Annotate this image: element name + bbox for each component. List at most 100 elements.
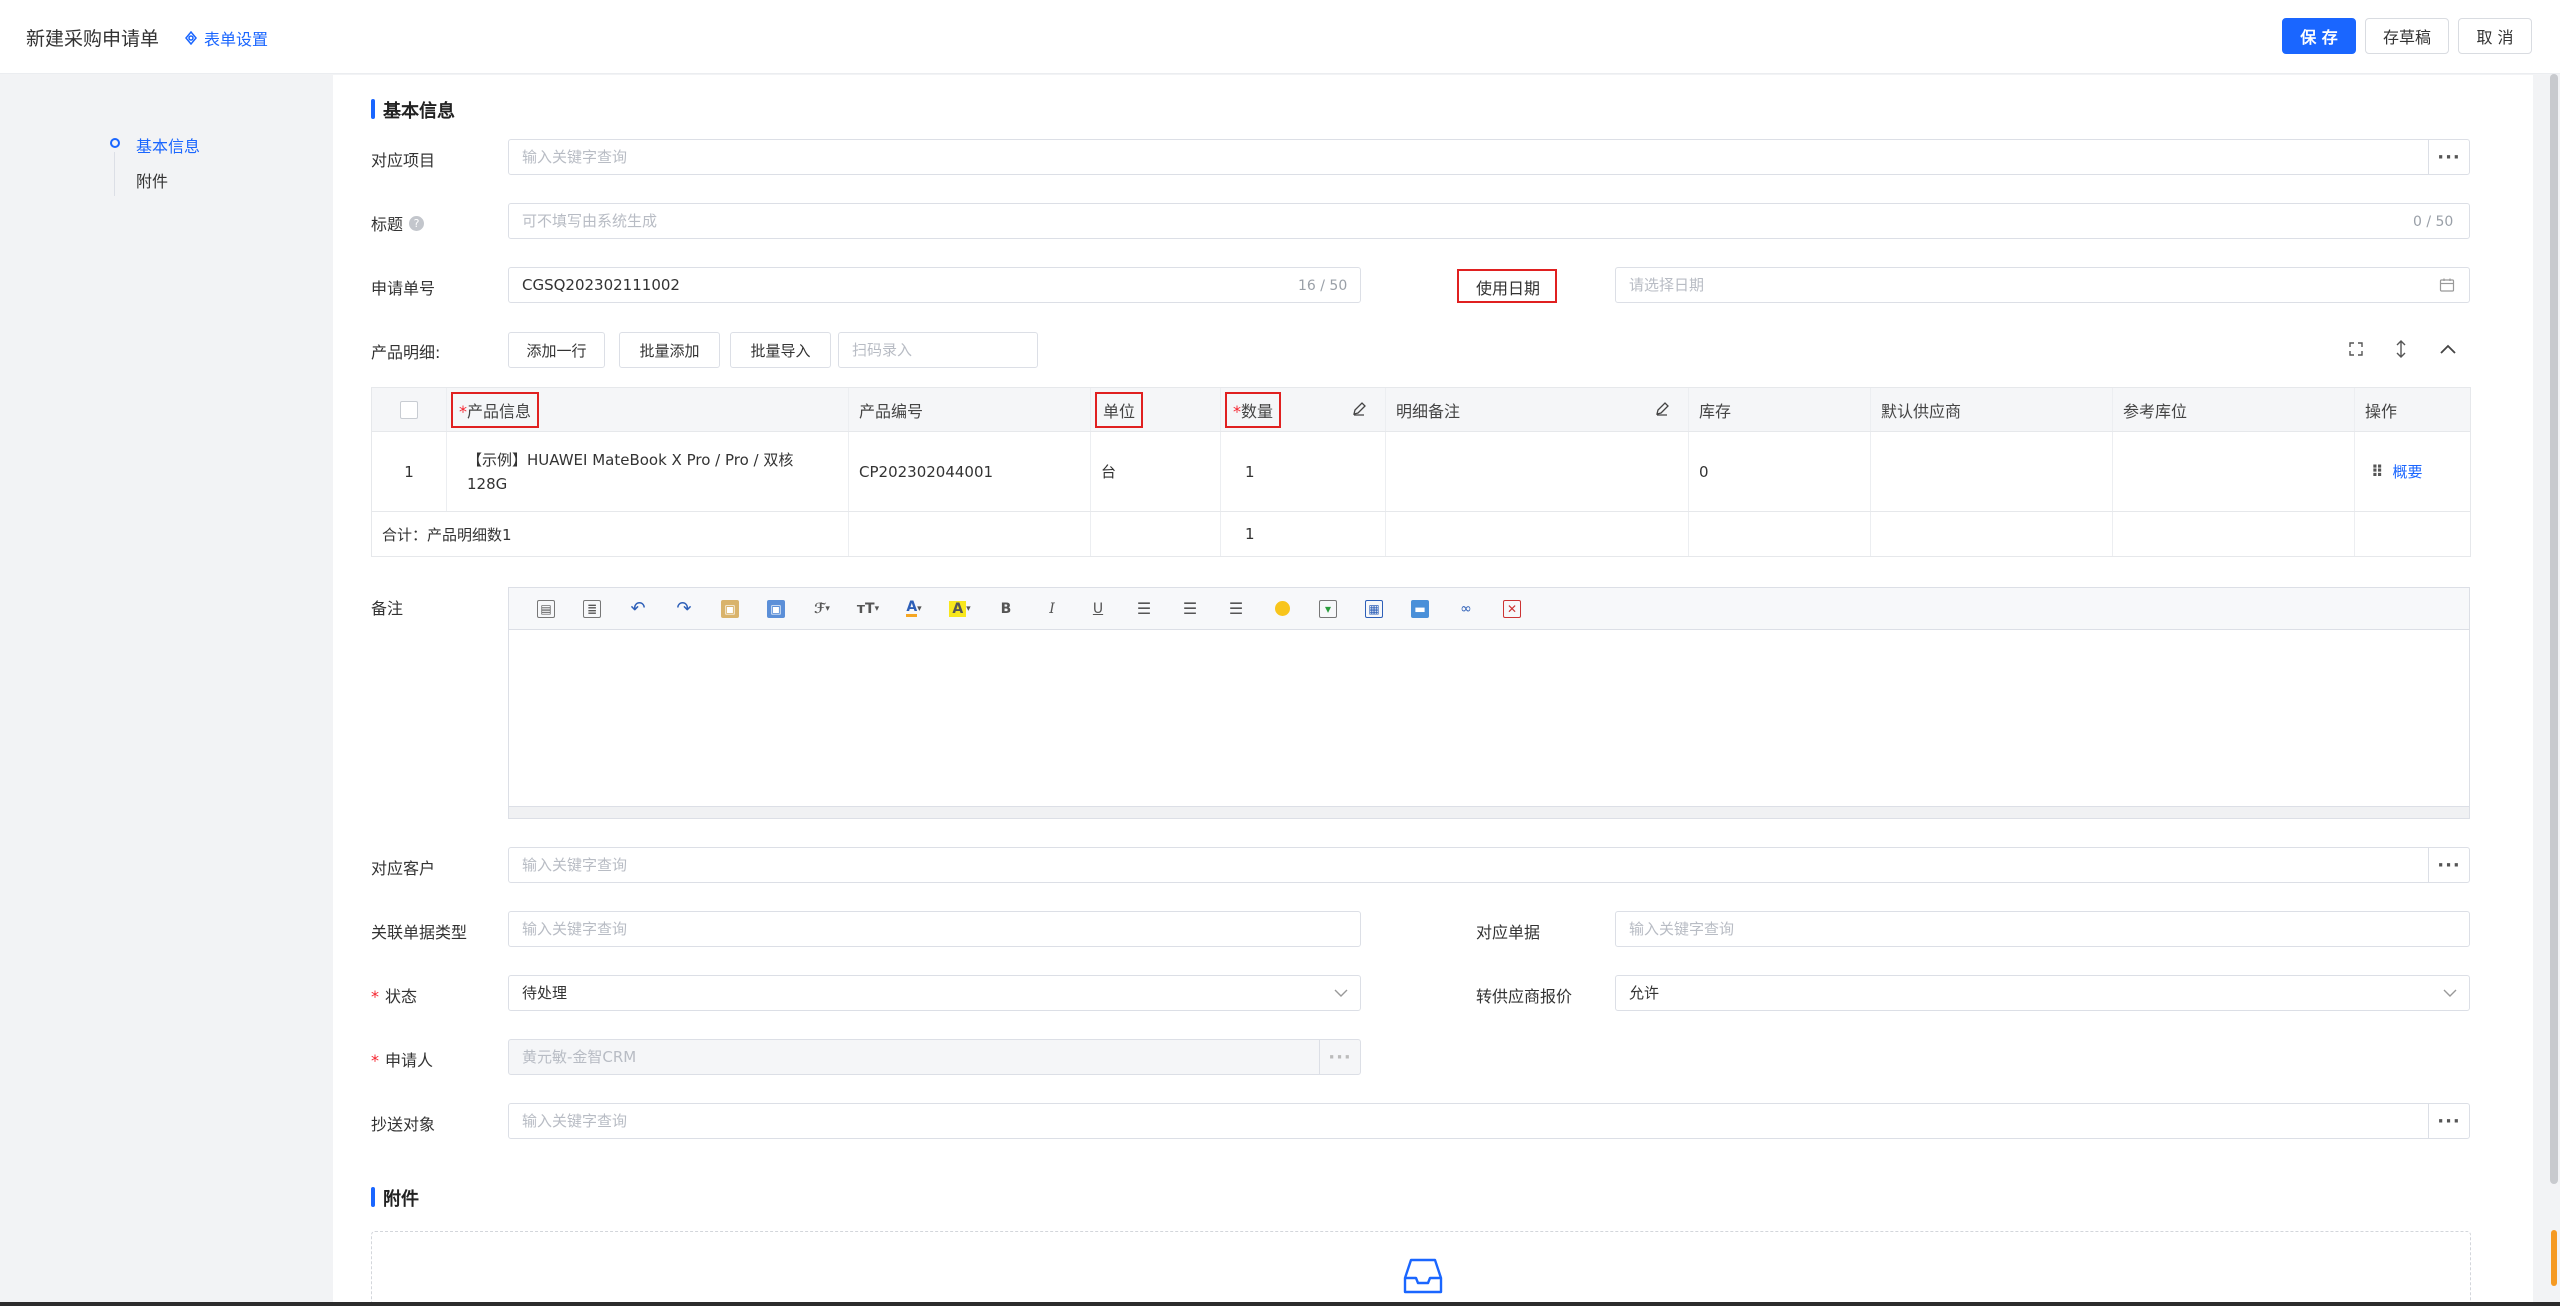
- bold-icon[interactable]: B: [983, 594, 1029, 624]
- nav-item-attachment[interactable]: 附件: [136, 168, 168, 192]
- overview-link[interactable]: 概要: [2393, 461, 2423, 482]
- editor-resize-bar[interactable]: [509, 806, 2469, 818]
- fullscreen-icon[interactable]: [2348, 341, 2364, 357]
- required-mark: *: [371, 987, 379, 1006]
- footer-empty-6: [2113, 512, 2355, 556]
- title-input[interactable]: [508, 203, 2470, 239]
- request-no-counter: 16 / 50: [1298, 278, 1348, 294]
- form-settings-link[interactable]: 表单设置: [184, 26, 268, 50]
- row-qty[interactable]: 1: [1221, 432, 1386, 511]
- edit-icon[interactable]: [1654, 401, 1670, 417]
- redo-icon[interactable]: ↷: [661, 594, 707, 624]
- footer-empty-5: [1871, 512, 2113, 556]
- nav-line: [114, 152, 115, 196]
- calendar-icon[interactable]: [2439, 277, 2455, 293]
- insert-picture-icon[interactable]: ▬: [1397, 594, 1443, 624]
- cc-label: 抄送对象: [371, 1115, 436, 1134]
- font-family-icon[interactable]: ℱ ▾: [799, 594, 845, 624]
- related-type-input[interactable]: [508, 911, 1361, 947]
- header-qty: *数量: [1221, 388, 1386, 431]
- header-unit: 单位: [1091, 388, 1221, 431]
- supplier-quote-label: 转供应商报价: [1476, 987, 1573, 1006]
- section-title-basic: 基本信息: [371, 97, 455, 123]
- scroll-marker: [2551, 1230, 2557, 1286]
- header-product-info-label: 产品信息: [467, 401, 532, 421]
- save-button[interactable]: 保 存: [2282, 18, 2356, 54]
- cancel-button[interactable]: 取 消: [2458, 18, 2532, 54]
- cc-more-button[interactable]: ···: [2428, 1103, 2470, 1139]
- project-label: 对应项目: [371, 151, 436, 170]
- upload-dropzone[interactable]: [371, 1231, 2471, 1306]
- row-action: ⠿ 概要: [2355, 432, 2472, 511]
- rich-text-editor: ▤ ≣ ↶ ↷ ▣ ▣ ℱ ▾ тT ▾ A ▾ A ▾ B I U ☰ ☰ ☰ ▾ ▦…: [508, 587, 2470, 819]
- align-left-icon[interactable]: ☰: [1121, 594, 1167, 624]
- highlight-color-icon[interactable]: A ▾: [937, 594, 983, 624]
- footer-empty-1: [849, 512, 1091, 556]
- footer-empty-4: [1689, 512, 1871, 556]
- use-date-input[interactable]: [1615, 267, 2470, 303]
- row-product-info[interactable]: 【示例】HUAWEI MateBook X Pro / Pro / 双核 128…: [447, 432, 849, 511]
- row-unit[interactable]: 台: [1091, 432, 1221, 511]
- add-row-button[interactable]: 添加一行: [508, 332, 605, 368]
- required-mark: *: [371, 1051, 379, 1070]
- collapse-icon[interactable]: [2439, 342, 2457, 356]
- row-product-name-line2: 128G: [467, 474, 508, 493]
- select-all-checkbox[interactable]: [400, 400, 418, 419]
- row-default-supplier[interactable]: [1871, 432, 2113, 511]
- form-content: 基本信息 对应项目 ··· 标题 ? 0 / 50 申请单号 16 / 50 使…: [333, 75, 2533, 1306]
- use-date-label: 使用日期: [1476, 279, 1541, 298]
- drag-handle-icon[interactable]: ⠿: [2371, 462, 2383, 481]
- align-center-icon[interactable]: ☰: [1167, 594, 1213, 624]
- fullscreen-editor-icon[interactable]: ✕: [1489, 594, 1535, 624]
- supplier-quote-select[interactable]: 允许: [1615, 975, 2470, 1011]
- save-draft-button[interactable]: 存草稿: [2365, 18, 2449, 54]
- page-scrollbar[interactable]: [2550, 74, 2558, 1184]
- inbox-icon: [1403, 1258, 1443, 1294]
- chevron-down-icon: [2443, 989, 2457, 997]
- preview-icon[interactable]: ≣: [569, 594, 615, 624]
- batch-add-button[interactable]: 批量添加: [619, 332, 720, 368]
- cc-input[interactable]: [508, 1103, 2429, 1139]
- undo-icon[interactable]: ↶: [615, 594, 661, 624]
- paste-icon[interactable]: ▣: [707, 594, 753, 624]
- header-detail-note: 明细备注: [1386, 388, 1689, 431]
- title-counter: 0 / 50: [2413, 214, 2454, 230]
- edit-icon[interactable]: [1351, 401, 1367, 417]
- insert-table-icon[interactable]: ▦: [1351, 594, 1397, 624]
- product-table: *产品信息 产品编号 单位 *数量 明细备注 库存 默认供应商 参考库位 操作 …: [371, 387, 2471, 557]
- customer-input[interactable]: [508, 847, 2429, 883]
- paste-text-icon[interactable]: ▣: [753, 594, 799, 624]
- batch-import-button[interactable]: 批量导入: [730, 332, 831, 368]
- status-value: 待处理: [522, 984, 568, 1002]
- project-input[interactable]: [508, 139, 2429, 175]
- request-no-label: 申请单号: [371, 279, 436, 298]
- customer-more-button[interactable]: ···: [2428, 847, 2470, 883]
- row-detail-note[interactable]: [1386, 432, 1689, 511]
- section-title-attachment: 附件: [371, 1185, 419, 1211]
- underline-icon[interactable]: U: [1075, 594, 1121, 624]
- row-ref-location[interactable]: [2113, 432, 2355, 511]
- related-doc-input[interactable]: [1615, 911, 2470, 947]
- related-doc-label: 对应单据: [1476, 923, 1541, 942]
- customer-label: 对应客户: [371, 859, 436, 878]
- status-label: 状态: [385, 987, 418, 1006]
- insert-image-icon[interactable]: ▾: [1305, 594, 1351, 624]
- font-color-icon[interactable]: A ▾: [891, 594, 937, 624]
- header-default-supplier: 默认供应商: [1871, 388, 2113, 431]
- project-more-button[interactable]: ···: [2428, 139, 2470, 175]
- align-right-icon[interactable]: ☰: [1213, 594, 1259, 624]
- expand-height-icon[interactable]: [2393, 340, 2409, 358]
- request-no-input[interactable]: [508, 267, 1361, 303]
- font-size-icon[interactable]: тT ▾: [845, 594, 891, 624]
- chevron-down-icon: [1334, 989, 1348, 997]
- scan-input[interactable]: [838, 332, 1038, 368]
- italic-icon[interactable]: I: [1029, 594, 1075, 624]
- header-product-info: *产品信息: [447, 388, 849, 431]
- header-action: 操作: [2365, 401, 2398, 421]
- emoji-icon[interactable]: [1259, 594, 1305, 624]
- link-icon[interactable]: ∞: [1443, 594, 1489, 624]
- status-select[interactable]: 待处理: [508, 975, 1361, 1011]
- source-icon[interactable]: ▤: [523, 594, 569, 624]
- title-label-wrap: 标题 ?: [371, 211, 425, 235]
- nav-item-basic-info[interactable]: 基本信息: [136, 133, 200, 157]
